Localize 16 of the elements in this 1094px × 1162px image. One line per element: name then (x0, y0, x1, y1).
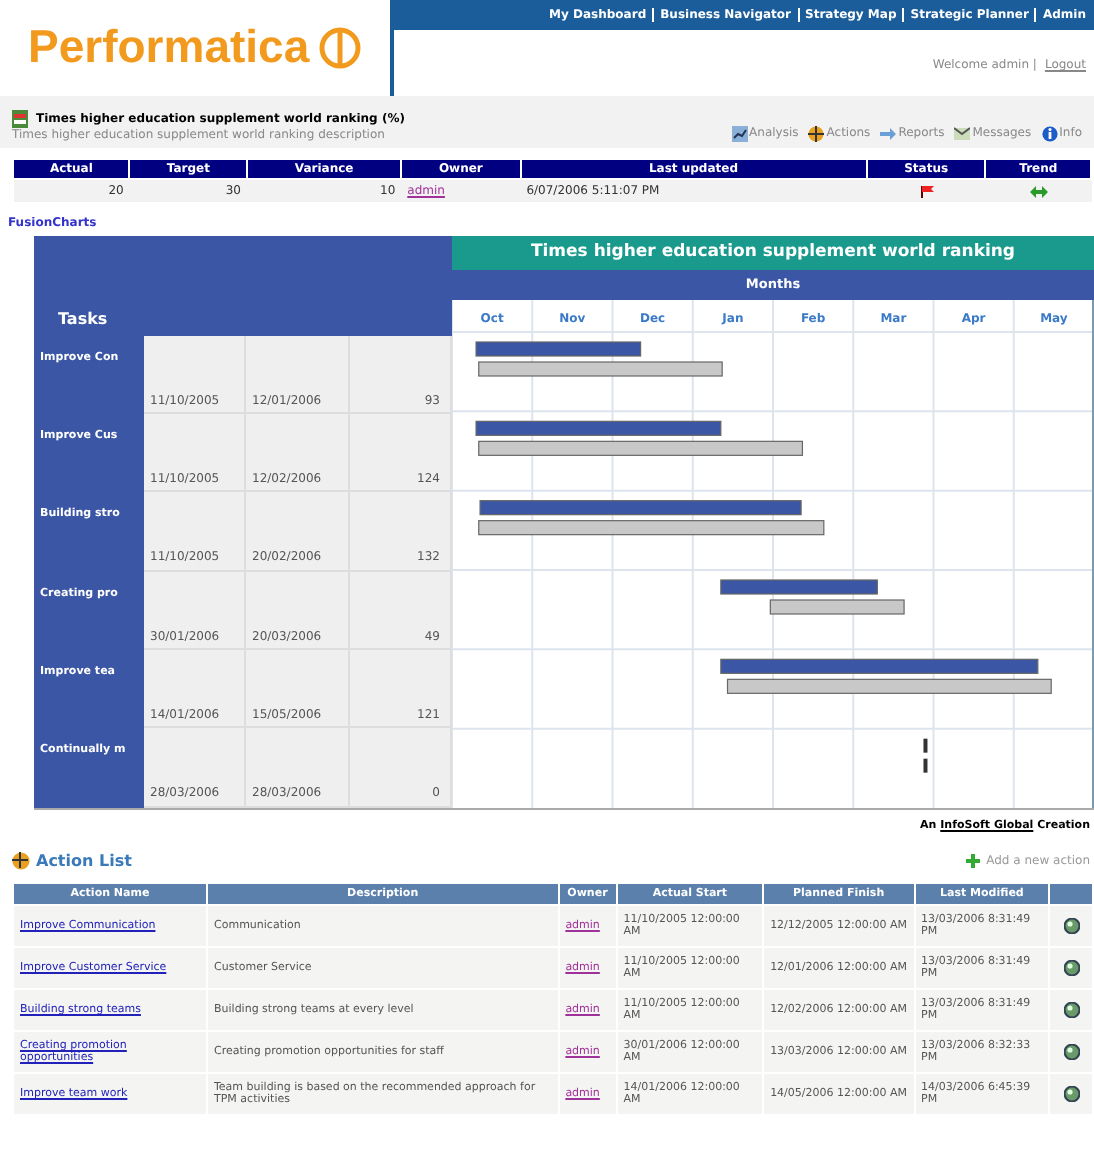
gantt-bar (923, 759, 928, 774)
info-icon (1041, 126, 1058, 142)
flag-icon (919, 185, 934, 198)
tasks-header: Tasks (58, 309, 108, 330)
trend-arrow-icon (1029, 185, 1048, 198)
gantt-bar (923, 739, 928, 754)
envelope-icon (954, 126, 971, 142)
logo-circle-icon (317, 26, 362, 70)
chart-title: Times higher education supplement world ranking (452, 235, 1094, 269)
section-title: Action List (36, 852, 132, 872)
measure-icon (12, 109, 28, 128)
chart-icon (731, 126, 748, 142)
logo-text: Performatica (28, 20, 310, 76)
gantt-bar (769, 600, 905, 616)
plus-icon (966, 854, 981, 869)
arrow-icon (880, 126, 897, 142)
